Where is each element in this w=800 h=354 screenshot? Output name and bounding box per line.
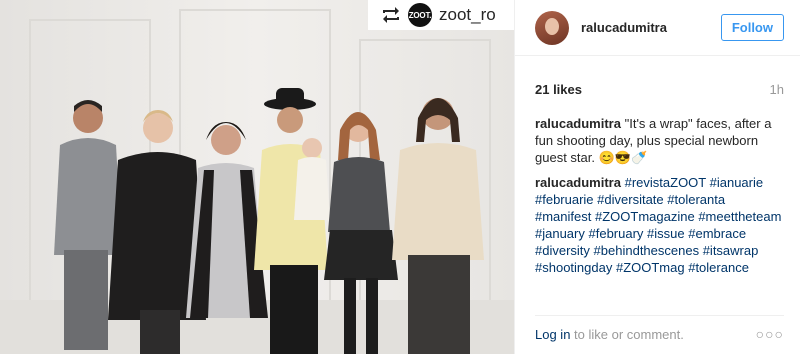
time-ago[interactable]: 1h	[770, 82, 784, 97]
hashtag-link[interactable]: #issue	[647, 226, 685, 241]
post-photo[interactable]: ZOOT. zoot_ro	[0, 0, 514, 354]
follow-button[interactable]: Follow	[720, 14, 784, 41]
post-caption: ralucadumitra "It's a wrap" faces, after…	[515, 97, 800, 166]
hashtag-link[interactable]: #shootingday	[535, 260, 612, 275]
regram-avatar: ZOOT.	[408, 3, 432, 27]
login-prompt-text: to like or comment.	[570, 326, 684, 342]
likes-count[interactable]: 21 likes	[535, 82, 582, 97]
login-link[interactable]: Log in	[535, 327, 570, 342]
post-header: ralucadumitra Follow	[515, 0, 800, 56]
hashtag-link[interactable]: #meettheteam	[698, 209, 781, 224]
hashtag-link[interactable]: #tolerance	[688, 260, 749, 275]
hashtag-link[interactable]: #diversitate	[597, 192, 663, 207]
avatar[interactable]	[535, 10, 569, 45]
post-footer: Log in to like or comment. ○○○	[535, 315, 784, 342]
post-stats: 21 likes 1h	[515, 56, 800, 97]
login-prompt: Log in to like or comment.	[535, 327, 684, 342]
repost-icon	[378, 5, 404, 25]
hashtag-link[interactable]: #january	[535, 226, 585, 241]
hashtag-link[interactable]: #february	[589, 226, 644, 241]
hashtag-link[interactable]: #revistaZOOT	[625, 175, 706, 190]
regram-username: zoot_ro	[439, 5, 496, 24]
hashtag-link[interactable]: #manifest	[535, 209, 591, 224]
hashtag-link[interactable]: #ianuarie	[710, 175, 764, 190]
hashtag-link[interactable]: #behindthescenes	[594, 243, 700, 258]
regram-badge: ZOOT. zoot_ro	[368, 0, 514, 30]
group-photo-illustration	[0, 0, 514, 354]
hashtag-list: #revistaZOOT #ianuarie #februarie #diver…	[535, 175, 781, 275]
hashtag-comment: ralucadumitra #revistaZOOT #ianuarie #fe…	[515, 166, 800, 276]
header-username[interactable]: ralucadumitra	[581, 20, 721, 35]
more-options-icon[interactable]: ○○○	[756, 326, 784, 342]
caption-username[interactable]: ralucadumitra	[535, 116, 621, 131]
hashtag-link[interactable]: #februarie	[535, 192, 594, 207]
comment-username[interactable]: ralucadumitra	[535, 175, 621, 190]
hashtag-link[interactable]: #ZOOTmagazine	[595, 209, 695, 224]
hashtag-link[interactable]: #diversity	[535, 243, 590, 258]
hashtag-link[interactable]: #embrace	[688, 226, 746, 241]
hashtag-link[interactable]: #toleranta	[667, 192, 725, 207]
hashtag-link[interactable]: #ZOOTmag	[616, 260, 685, 275]
hashtag-link[interactable]: #itsawrap	[703, 243, 759, 258]
instagram-post: ZOOT. zoot_ro ralucadumitra Follow 21 li…	[0, 0, 800, 354]
post-sidebar: ralucadumitra Follow 21 likes 1h ralucad…	[514, 0, 800, 354]
